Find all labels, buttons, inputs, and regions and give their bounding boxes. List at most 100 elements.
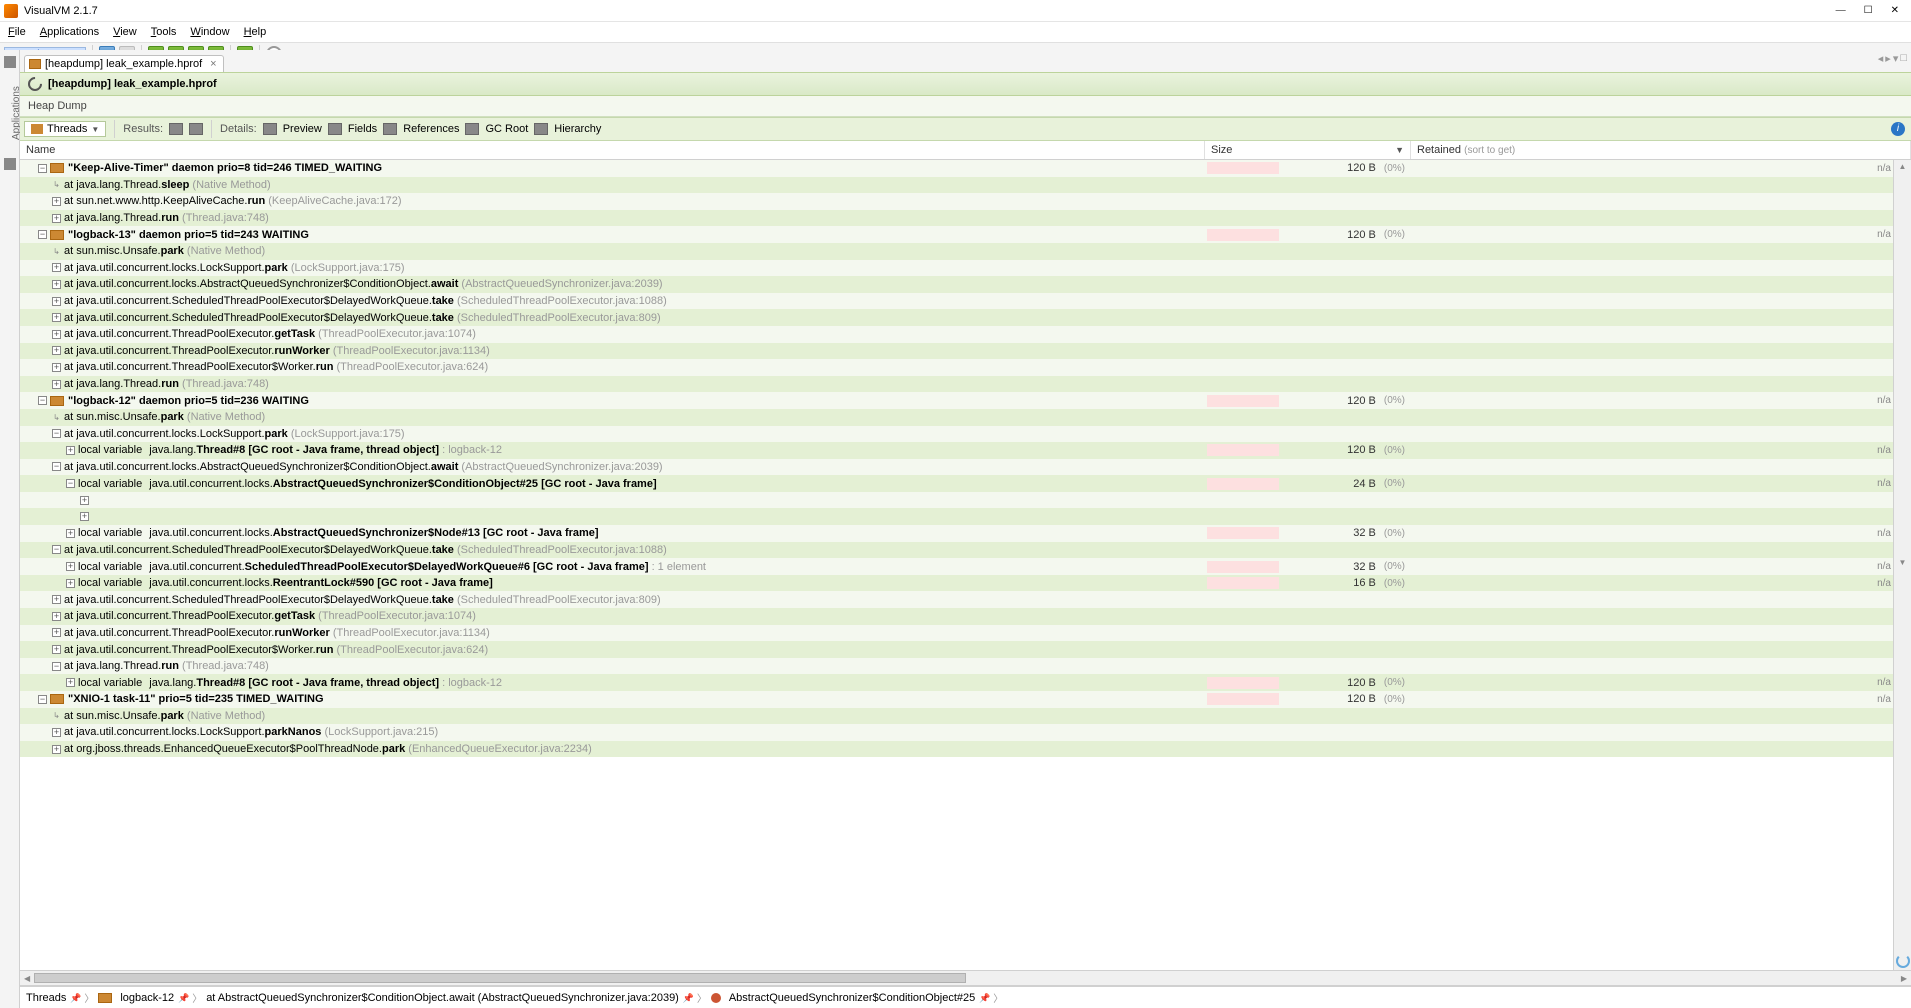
scroll-left-icon[interactable]: ◀ [20,974,34,983]
expand-toggle[interactable]: + [52,595,61,604]
results-icon[interactable] [189,123,203,135]
view-dropdown[interactable]: Threads ▼ [24,121,106,137]
breadcrumb-item[interactable]: AbstractQueuedSynchronizer$ConditionObje… [711,992,989,1004]
expand-toggle[interactable]: − [52,429,61,438]
tree-row[interactable]: −at java.lang.Thread.run (Thread.java:74… [20,658,1911,675]
expand-toggle[interactable]: + [52,214,61,223]
expand-toggle[interactable]: − [38,164,47,173]
expand-toggle[interactable]: + [52,645,61,654]
breadcrumb-item[interactable]: Threads📌 [26,992,80,1004]
tree-row[interactable]: −"logback-12" daemon prio=5 tid=236 WAIT… [20,392,1911,409]
scroll-up-icon[interactable]: ▲ [1899,162,1907,171]
tree-row[interactable]: +at java.util.concurrent.ThreadPoolExecu… [20,326,1911,343]
tree-row[interactable]: +at java.util.concurrent.locks.LockSuppo… [20,724,1911,741]
fields-icon[interactable] [328,123,342,135]
tab-nav-dropdown[interactable]: ▾ [1893,52,1899,65]
tree-row[interactable]: +at org.jboss.threads.EnhancedQueueExecu… [20,741,1911,758]
expand-toggle[interactable]: + [52,280,61,289]
menu-view[interactable]: View [107,24,143,40]
expand-toggle[interactable]: + [52,297,61,306]
fields-label[interactable]: Fields [348,123,377,135]
tree-row[interactable]: +at java.util.concurrent.locks.AbstractQ… [20,276,1911,293]
horizontal-scrollbar[interactable]: ◀ ▶ [20,970,1911,986]
tree-row[interactable]: +at java.util.concurrent.ScheduledThread… [20,591,1911,608]
scroll-right-icon[interactable]: ▶ [1897,974,1911,983]
tree-row[interactable]: +at java.util.concurrent.locks.LockSuppo… [20,260,1911,277]
tree-row[interactable]: + [20,508,1911,525]
expand-toggle[interactable]: + [52,346,61,355]
expand-toggle[interactable]: + [66,529,75,538]
expand-toggle[interactable]: − [38,695,47,704]
refresh-icon[interactable] [25,74,45,94]
tree-row[interactable]: +local variable java.util.concurrent.Sch… [20,558,1911,575]
tree-row[interactable]: +local variable java.lang.Thread#8 [GC r… [20,674,1911,691]
menu-window[interactable]: Window [184,24,235,40]
minimize-button[interactable]: — [1836,5,1846,16]
tree-row[interactable]: +at sun.net.www.http.KeepAliveCache.run … [20,193,1911,210]
hierarchy-label[interactable]: Hierarchy [554,123,601,135]
breadcrumb-item[interactable]: at AbstractQueuedSynchronizer$ConditionO… [206,992,693,1004]
sidebar-icon[interactable] [4,158,16,170]
vertical-scrollbar[interactable]: ▲ ▼ [1893,160,1911,970]
references-icon[interactable] [383,123,397,135]
tree-row[interactable]: −at java.util.concurrent.locks.LockSuppo… [20,426,1911,443]
scroll-thumb[interactable] [34,973,965,983]
pin-icon[interactable]: 📌 [178,993,188,1003]
expand-toggle[interactable]: + [52,313,61,322]
tree-table[interactable]: −"Keep-Alive-Timer" daemon prio=8 tid=24… [20,160,1911,970]
expand-toggle[interactable]: + [52,363,61,372]
expand-toggle[interactable]: + [52,628,61,637]
preview-icon[interactable] [263,123,277,135]
tab-nav-maximize[interactable]: □ [1900,52,1907,65]
tab-heapdump[interactable]: [heapdump] leak_example.hprof × [24,55,224,72]
expand-toggle[interactable]: − [38,396,47,405]
col-retained[interactable]: Retained (sort to get) [1411,141,1911,159]
tree-row[interactable]: ↳at sun.misc.Unsafe.park (Native Method) [20,708,1911,725]
expand-toggle[interactable]: + [52,380,61,389]
tree-row[interactable]: ↳at sun.misc.Unsafe.park (Native Method) [20,243,1911,260]
gcroot-icon[interactable] [465,123,479,135]
tab-close-icon[interactable]: × [210,58,216,70]
tree-row[interactable]: + [20,492,1911,509]
breadcrumb-item[interactable]: logback-12📌 [98,992,188,1004]
tree-row[interactable]: ↳at sun.misc.Unsafe.park (Native Method) [20,409,1911,426]
pin-icon[interactable]: 📌 [683,993,693,1003]
expand-toggle[interactable]: + [52,745,61,754]
tree-row[interactable]: +at java.util.concurrent.ThreadPoolExecu… [20,608,1911,625]
menu-tools[interactable]: Tools [145,24,183,40]
gcroot-label[interactable]: GC Root [485,123,528,135]
scroll-track[interactable] [34,973,1897,983]
info-icon[interactable]: i [1891,122,1905,136]
expand-toggle[interactable]: + [66,446,75,455]
expand-toggle[interactable]: + [52,728,61,737]
close-button[interactable]: ✕ [1891,5,1899,16]
references-label[interactable]: References [403,123,459,135]
tab-nav-next[interactable]: ▸ [1885,52,1891,65]
menu-file[interactable]: File [2,24,32,40]
col-size[interactable]: Size ▼ [1205,141,1411,159]
pin-icon[interactable]: 📌 [70,993,80,1003]
tree-row[interactable]: −at java.util.concurrent.ScheduledThread… [20,542,1911,559]
expand-toggle[interactable]: + [52,330,61,339]
tree-row[interactable]: +local variable java.lang.Thread#8 [GC r… [20,442,1911,459]
tree-row[interactable]: −"logback-13" daemon prio=5 tid=243 WAIT… [20,226,1911,243]
tree-row[interactable]: −at java.util.concurrent.locks.AbstractQ… [20,459,1911,476]
tree-row[interactable]: +at java.lang.Thread.run (Thread.java:74… [20,210,1911,227]
tree-row[interactable]: +at java.lang.Thread.run (Thread.java:74… [20,376,1911,393]
tree-row[interactable]: ↳at java.lang.Thread.sleep (Native Metho… [20,177,1911,194]
expand-toggle[interactable]: + [52,263,61,272]
tree-row[interactable]: +at java.util.concurrent.ThreadPoolExecu… [20,625,1911,642]
tree-row[interactable]: +local variable java.util.concurrent.loc… [20,575,1911,592]
expand-toggle[interactable]: + [66,579,75,588]
expand-toggle[interactable]: − [52,462,61,471]
expand-toggle[interactable]: + [80,496,89,505]
expand-toggle[interactable]: + [52,612,61,621]
expand-toggle[interactable]: − [38,230,47,239]
tree-row[interactable]: +at java.util.concurrent.ScheduledThread… [20,309,1911,326]
col-name[interactable]: Name [20,141,1205,159]
maximize-button[interactable]: ☐ [1864,5,1873,16]
expand-toggle[interactable]: + [66,678,75,687]
tree-row[interactable]: −"XNIO-1 task-11" prio=5 tid=235 TIMED_W… [20,691,1911,708]
preview-label[interactable]: Preview [283,123,322,135]
expand-toggle[interactable]: + [80,512,89,521]
